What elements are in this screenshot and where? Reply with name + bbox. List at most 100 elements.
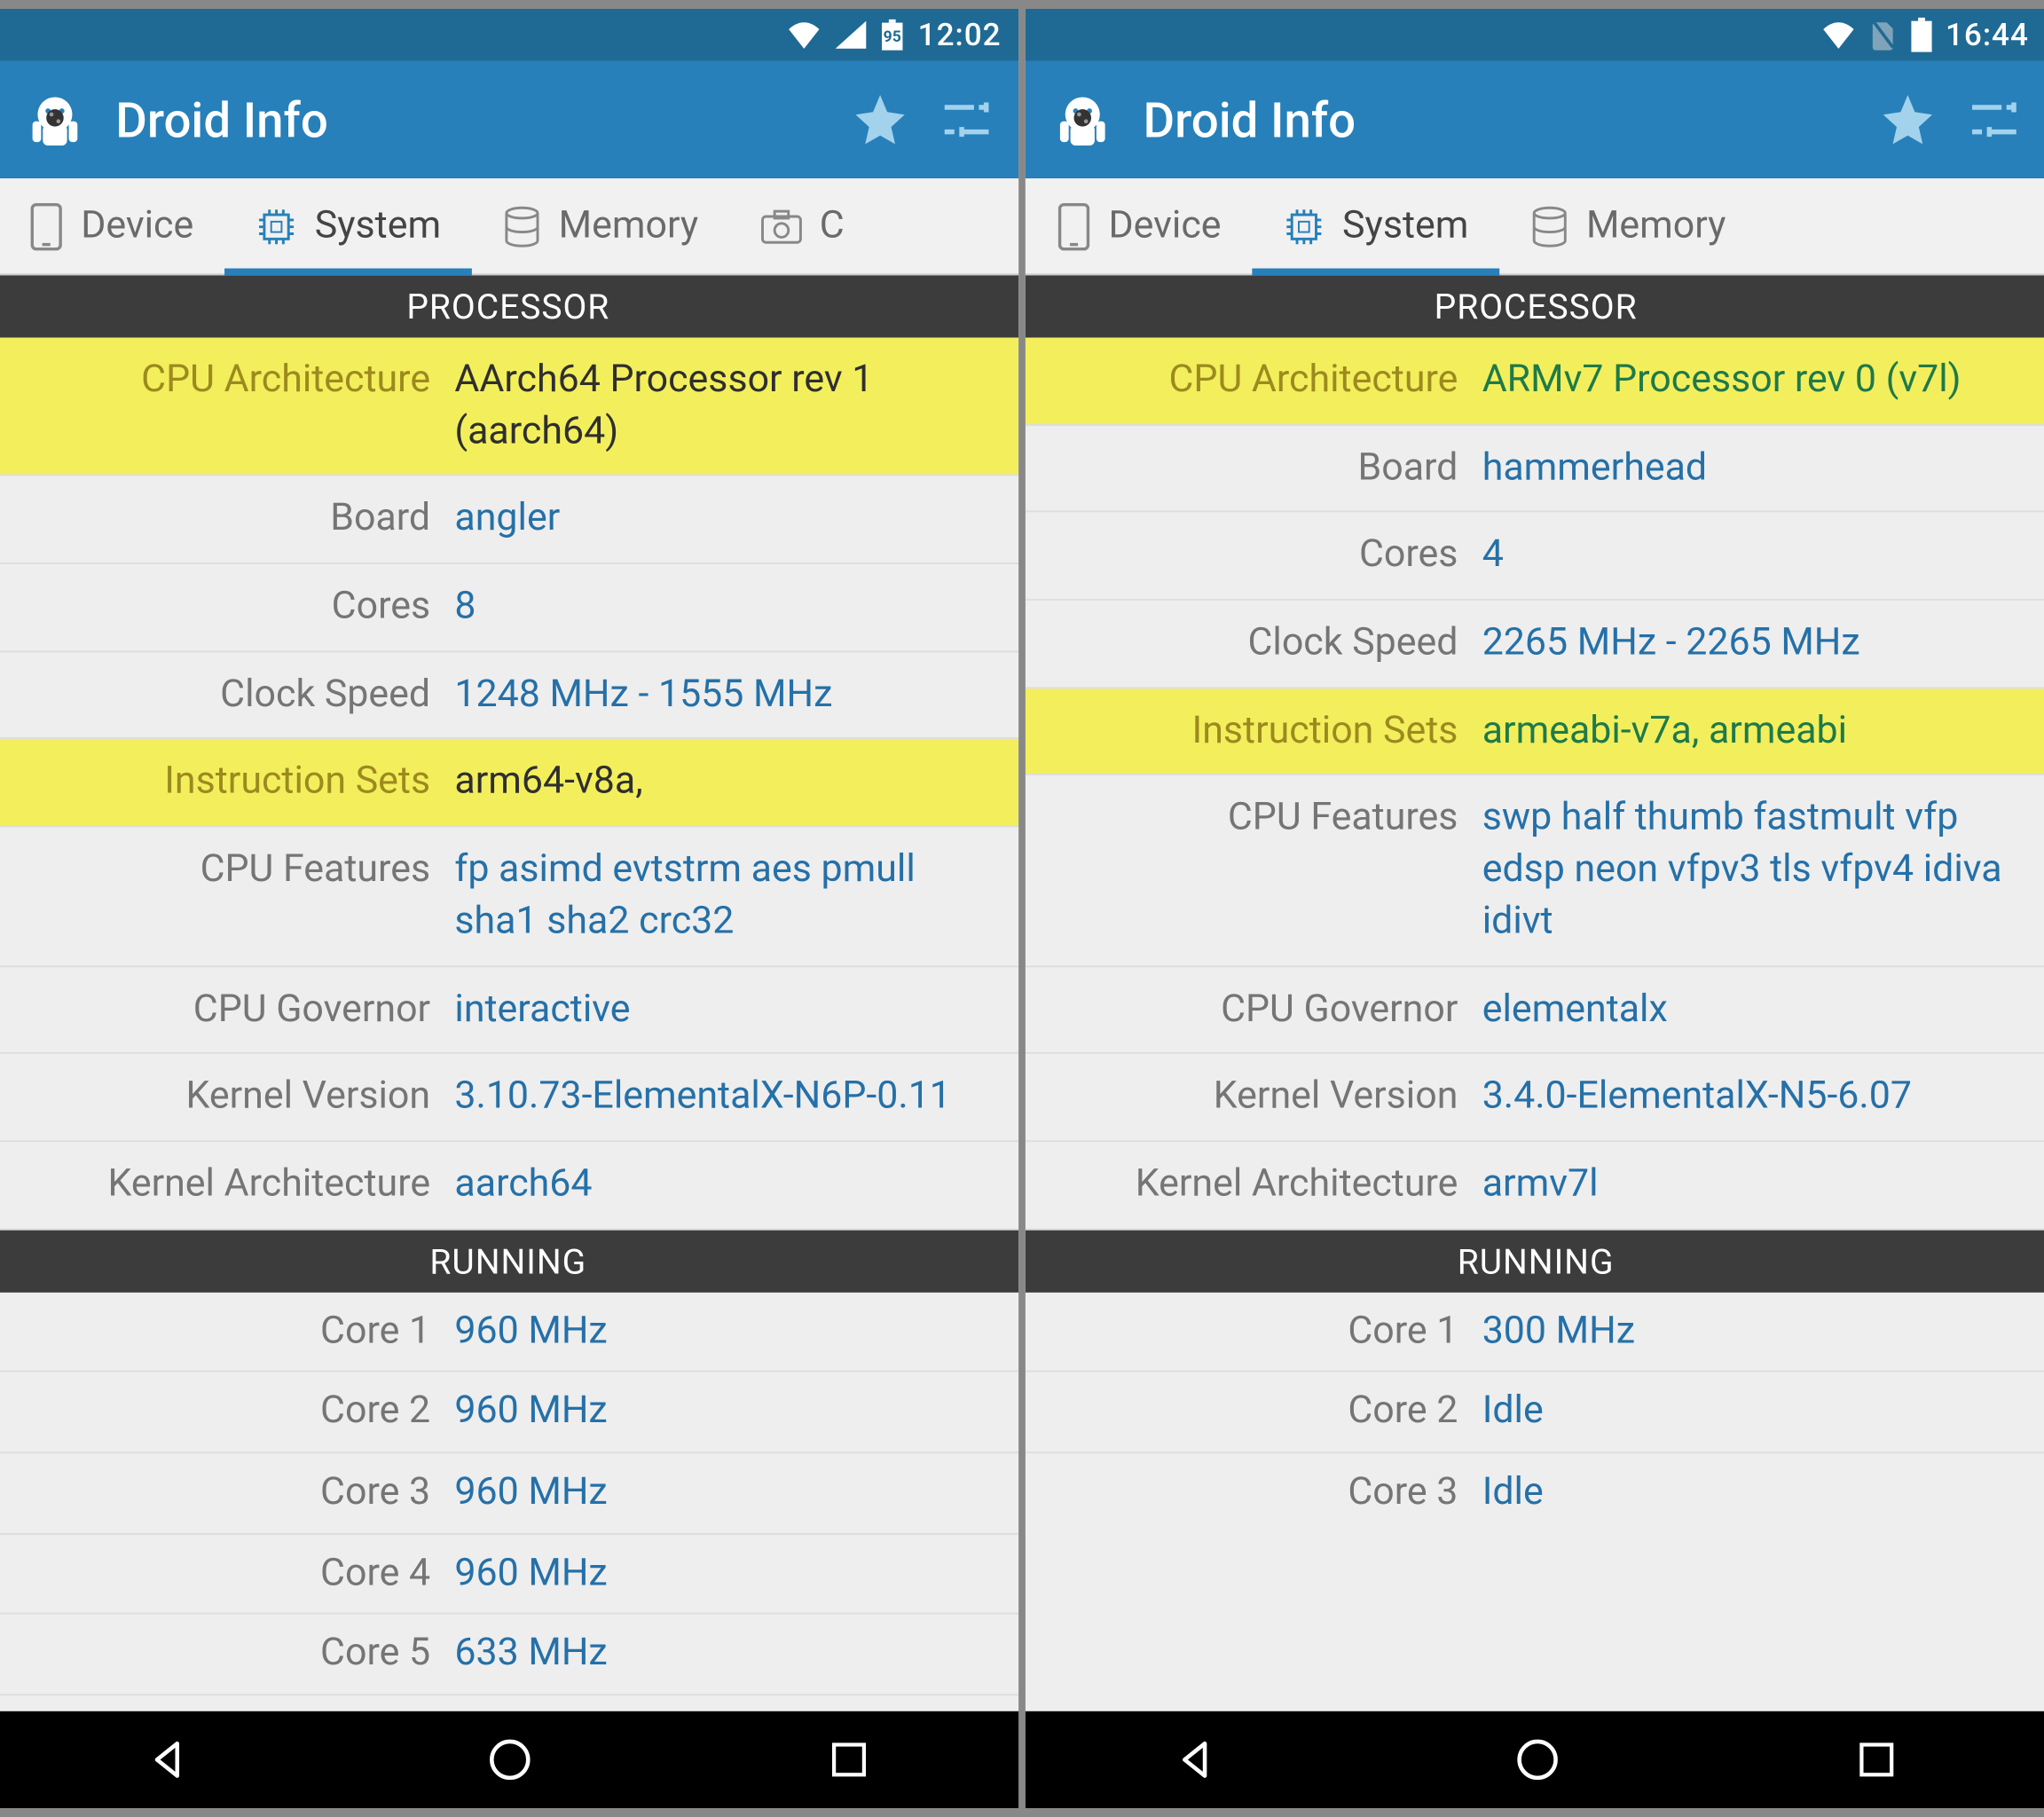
row-cpu-governor: CPU Governor interactive	[0, 966, 1018, 1054]
app-bar: Droid Info	[1026, 61, 2044, 179]
row-core2: Core 2Idle	[1026, 1373, 2044, 1453]
tab-device-label: Device	[1109, 204, 1222, 248]
signal-icon	[835, 21, 866, 49]
row-core3: Core 3Idle	[1026, 1453, 2044, 1532]
section-processor-header: PROCESSOR	[1026, 275, 2044, 337]
isets-value: armeabi-v7a, armeabi	[1482, 705, 2019, 757]
isets-value: arm64-v8a,	[454, 757, 991, 808]
tab-bar: Device System Memory C	[0, 178, 1018, 275]
row-cpu-governor: CPU Governor elementalx	[1026, 966, 2044, 1054]
content-area: PROCESSOR CPU Architecture AArch64 Proce…	[0, 275, 1018, 1711]
row-instruction-sets: Instruction Sets armeabi-v7a, armeabi	[1026, 688, 2044, 776]
karch-value: aarch64	[454, 1160, 991, 1211]
row-kernel-arch: Kernel Architecture armv7l	[1026, 1142, 2044, 1230]
board-label: Board	[26, 494, 455, 546]
row-core6: Core 6633 MHz	[0, 1695, 1018, 1711]
app-bar: Droid Info	[0, 61, 1018, 179]
battery-icon: 95	[880, 20, 904, 51]
phone-left: 95 12:02 Droid Info Device System Memory	[0, 9, 1018, 1808]
status-time: 12:02	[918, 17, 1002, 53]
device-icon	[1057, 201, 1091, 250]
tab-system[interactable]: System	[224, 178, 472, 273]
database-icon	[503, 205, 541, 247]
tab-device[interactable]: Device	[0, 178, 224, 273]
app-logo-icon	[1046, 83, 1119, 156]
home-button[interactable]	[1513, 1735, 1562, 1784]
tab-memory-label: Memory	[559, 204, 699, 248]
cores-value: 4	[1482, 531, 2019, 582]
kver-label: Kernel Version	[1053, 1072, 1482, 1123]
isets-label: Instruction Sets	[26, 757, 455, 808]
gov-label: CPU Governor	[26, 984, 455, 1035]
row-kernel-version: Kernel Version 3.10.73-ElementalX-N6P-0.…	[0, 1054, 1018, 1142]
favorite-button[interactable]	[1876, 89, 1938, 151]
tab-memory[interactable]: Memory	[1499, 178, 1757, 273]
row-cpu-architecture: CPU Architecture AArch64 Processor rev 1…	[0, 338, 1018, 477]
cores-label: Cores	[1053, 531, 1482, 582]
row-kernel-arch: Kernel Architecture aarch64	[0, 1142, 1018, 1230]
favorite-button[interactable]	[849, 89, 911, 151]
feat-value: swp half thumb fastmult vfp edsp neon vf…	[1482, 793, 2019, 948]
row-core5: Core 5633 MHz	[0, 1615, 1018, 1695]
feat-value: fp asimd evtstrm aes pmull sha1 sha2 crc…	[454, 845, 991, 948]
tab-camera-label: C	[820, 204, 845, 248]
cpu-arch-label: CPU Architecture	[26, 355, 455, 406]
tab-memory-label: Memory	[1586, 204, 1726, 248]
cpu-arch-value: AArch64 Processor rev 1 (aarch64)	[454, 355, 991, 458]
feat-label: CPU Features	[26, 845, 455, 896]
tab-device-label: Device	[81, 204, 193, 248]
status-time: 16:44	[1946, 17, 2029, 53]
chip-icon	[256, 205, 297, 247]
navigation-bar	[1026, 1711, 2044, 1808]
row-core1: Core 1960 MHz	[0, 1292, 1018, 1373]
row-cpu-features: CPU Features swp half thumb fastmult vfp…	[1026, 776, 2044, 967]
device-icon	[29, 201, 64, 250]
row-core2: Core 2960 MHz	[0, 1373, 1018, 1453]
back-button[interactable]	[1172, 1735, 1221, 1784]
karch-label: Kernel Architecture	[26, 1160, 455, 1211]
database-icon	[1531, 205, 1569, 247]
tab-system-label: System	[1342, 204, 1468, 248]
wifi-icon	[1821, 21, 1856, 49]
app-logo-icon	[19, 83, 91, 156]
row-cores: Cores 8	[0, 564, 1018, 652]
row-board: Board angler	[0, 476, 1018, 564]
cores-label: Cores	[26, 582, 455, 633]
row-cores: Cores 4	[1026, 513, 2044, 601]
tab-device[interactable]: Device	[1026, 178, 1253, 273]
row-core1: Core 1300 MHz	[1026, 1292, 2044, 1373]
settings-button[interactable]	[936, 89, 998, 151]
back-button[interactable]	[145, 1735, 193, 1784]
clock-label: Clock Speed	[1053, 618, 1482, 670]
home-button[interactable]	[485, 1735, 534, 1784]
navigation-bar	[0, 1711, 1018, 1808]
row-clock: Clock Speed 1248 MHz - 1555 MHz	[0, 652, 1018, 740]
row-core3: Core 3960 MHz	[0, 1453, 1018, 1534]
svg-text:95: 95	[883, 28, 900, 46]
section-processor-header: PROCESSOR	[0, 275, 1018, 337]
app-title: Droid Info	[1144, 91, 1853, 148]
row-clock: Clock Speed 2265 MHz - 2265 MHz	[1026, 601, 2044, 688]
overview-button[interactable]	[827, 1737, 872, 1782]
isets-label: Instruction Sets	[1053, 705, 1482, 757]
overview-button[interactable]	[1855, 1737, 1900, 1782]
tab-system[interactable]: System	[1253, 178, 1500, 273]
kver-value: 3.4.0-ElementalX-N5-6.07	[1482, 1072, 2019, 1123]
tab-system-label: System	[315, 204, 441, 248]
gov-value: elementalx	[1482, 984, 2019, 1035]
row-cpu-architecture: CPU Architecture ARMv7 Processor rev 0 (…	[1026, 338, 2044, 426]
settings-button[interactable]	[1963, 89, 2025, 151]
clock-label: Clock Speed	[26, 669, 455, 720]
row-core4: Core 4960 MHz	[0, 1534, 1018, 1615]
wifi-icon	[786, 21, 821, 49]
tab-camera[interactable]: C	[729, 178, 875, 273]
tab-memory[interactable]: Memory	[472, 178, 729, 273]
tab-bar: Device System Memory	[1026, 178, 2044, 275]
status-bar: 95 12:02	[0, 9, 1018, 61]
section-running-header: RUNNING	[1026, 1230, 2044, 1292]
kver-value: 3.10.73-ElementalX-N6P-0.11	[454, 1072, 991, 1123]
clock-value: 2265 MHz - 2265 MHz	[1482, 618, 2019, 670]
no-sim-icon	[1869, 20, 1897, 51]
section-running-header: RUNNING	[0, 1230, 1018, 1292]
gov-label: CPU Governor	[1053, 984, 1482, 1035]
